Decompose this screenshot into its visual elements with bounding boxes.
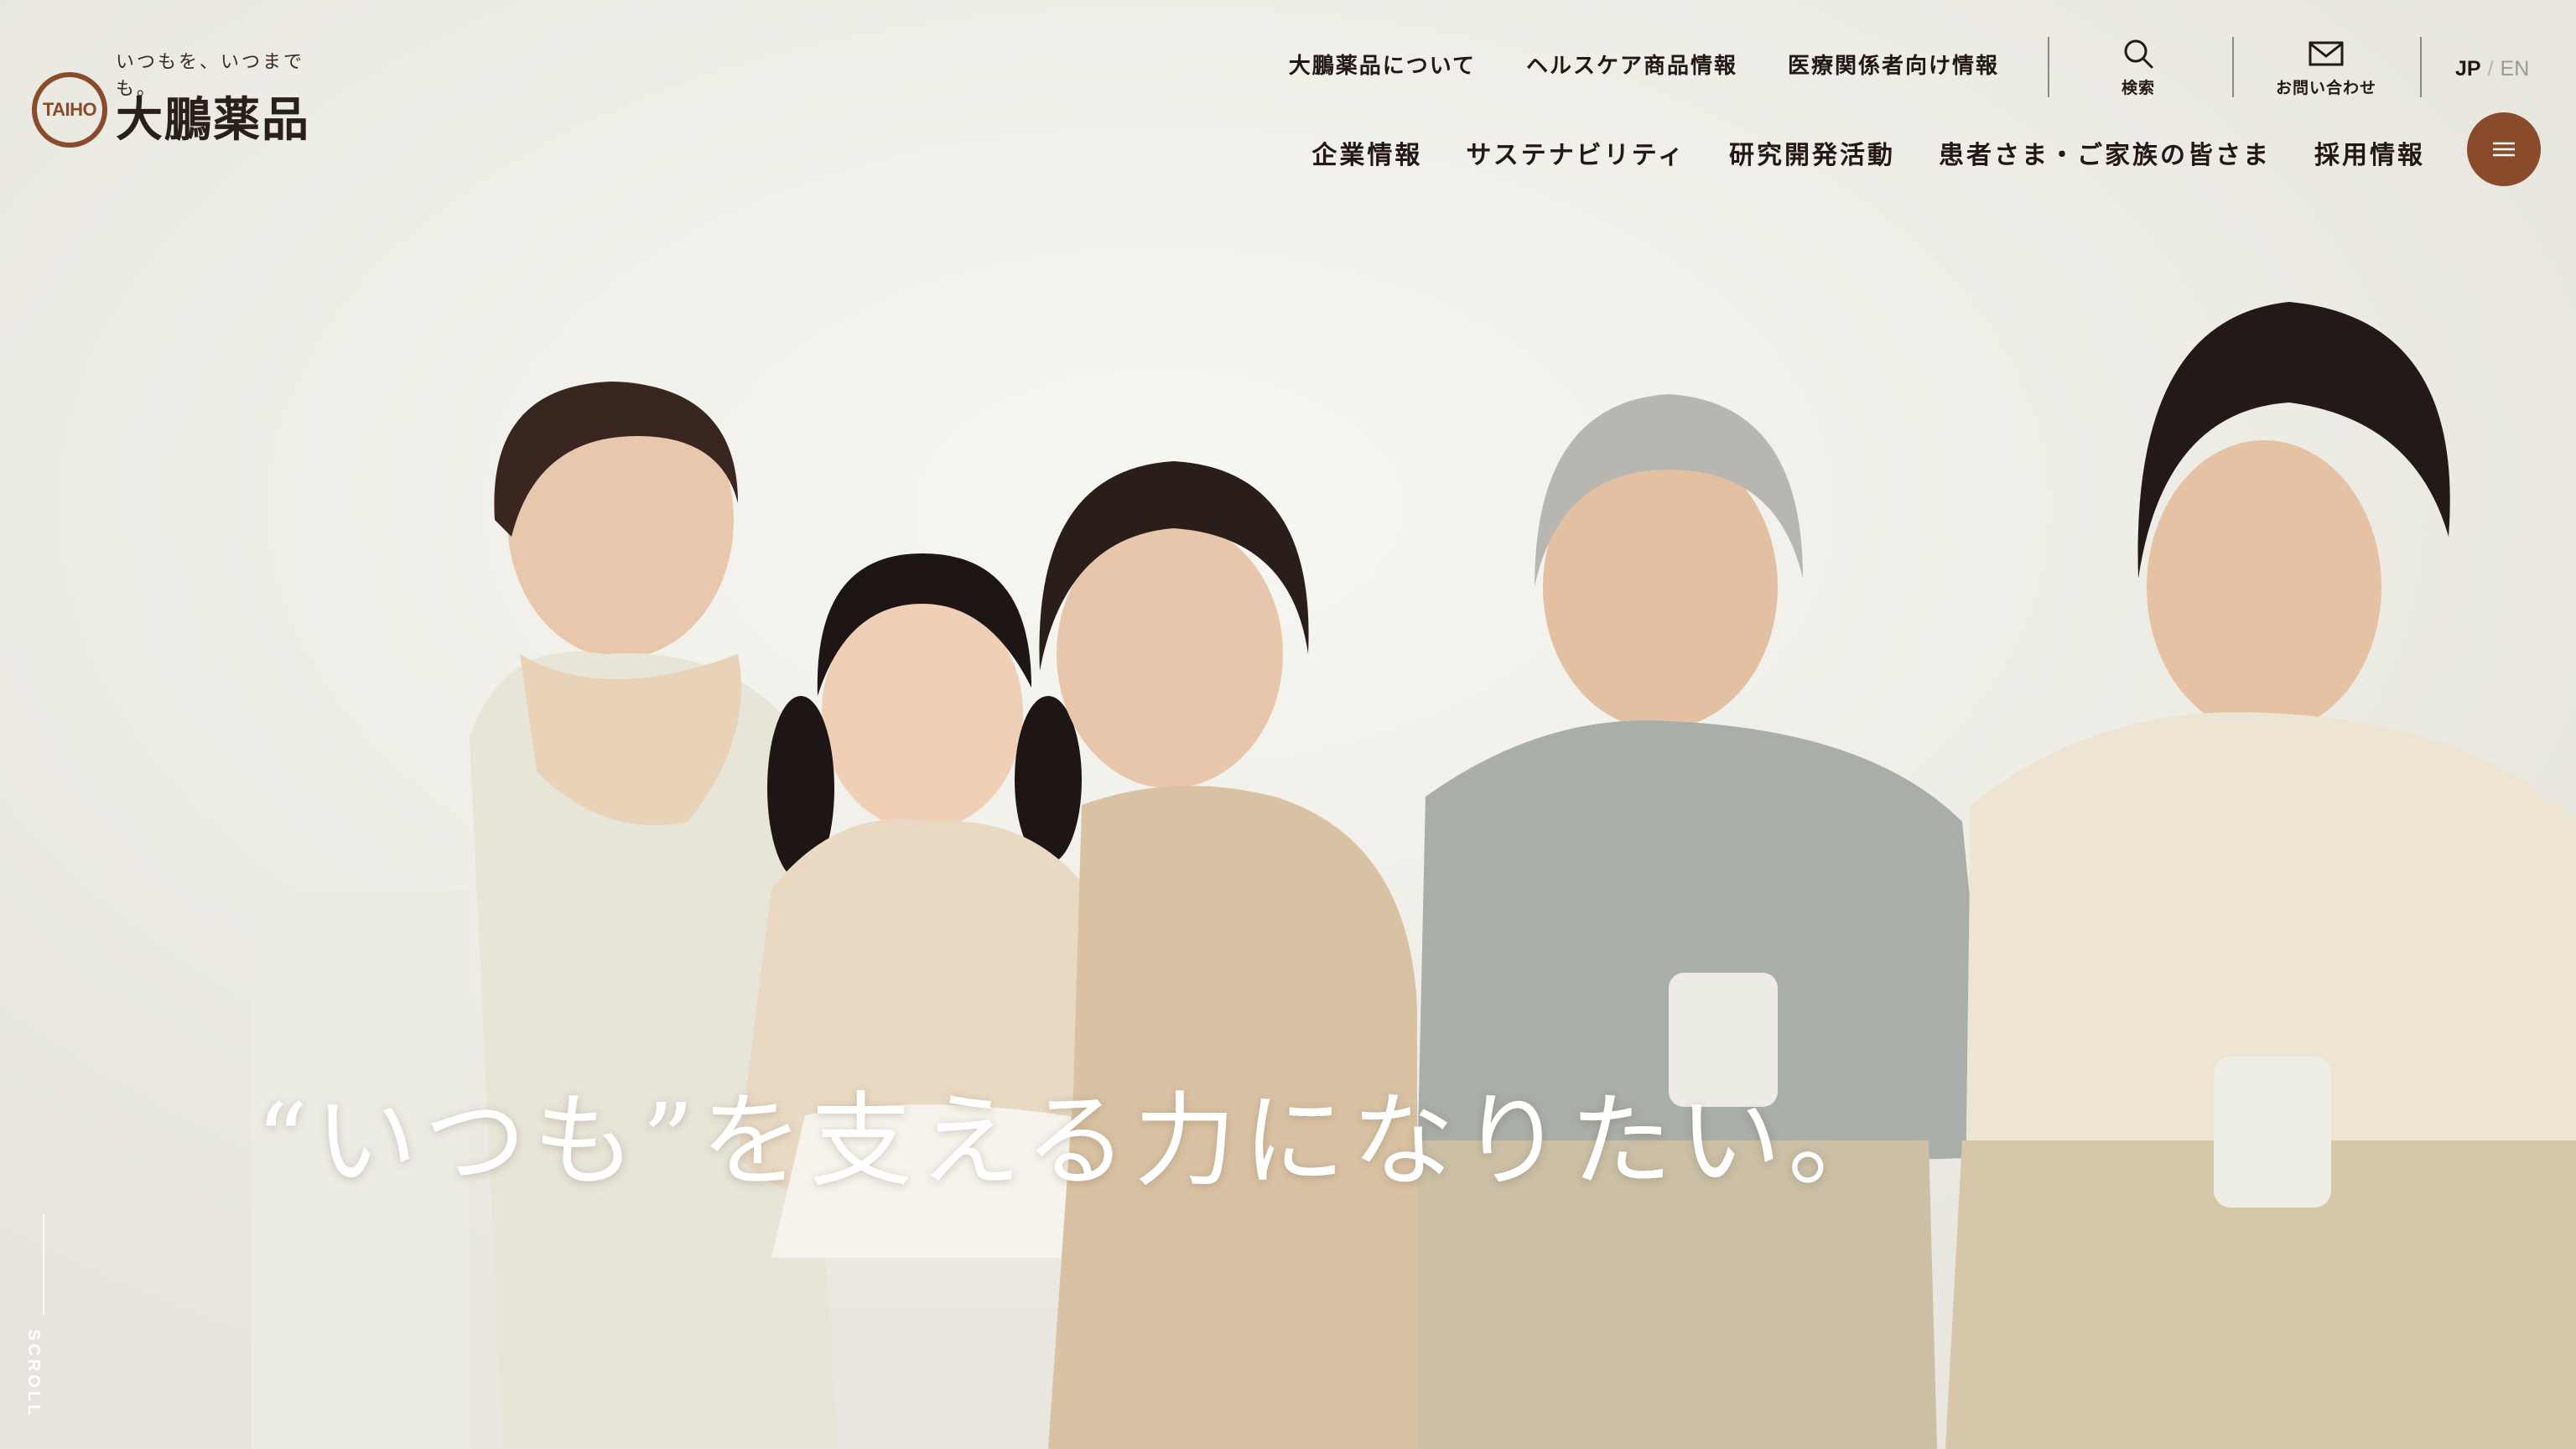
hero-catch-copy: “いつも”を支える力になりたい。 (256, 1082, 1898, 1201)
scroll-indicator-label[interactable]: SCROLL (23, 1329, 43, 1418)
logo-mark-text: TAIHO (42, 99, 97, 120)
main-nav-corporate-info[interactable]: 企業情報 (1311, 134, 1422, 171)
menu-button[interactable] (2467, 112, 2541, 186)
hamburger-menu-icon (2493, 142, 2515, 157)
company-name: 大鵬薬品 (116, 93, 310, 148)
main-nav-patients-families[interactable]: 患者さま・ご家族の皆さま (1939, 134, 2271, 171)
util-nav-healthcare-products[interactable]: ヘルスケア商品情報 (1526, 49, 1737, 80)
main-nav-sustainability[interactable]: サステナビリティ (1466, 134, 1685, 171)
util-nav-about[interactable]: 大鵬薬品について (1289, 49, 1476, 80)
scroll-indicator-line (43, 1214, 44, 1315)
language-switcher: JP / EN (2455, 57, 2529, 81)
hero-family-photo (0, 0, 2576, 1449)
lang-jp[interactable]: JP (2455, 57, 2481, 80)
search-icon (2124, 39, 2153, 69)
main-nav: 企業情報 サステナビリティ 研究開発活動 患者さま・ご家族の皆さま 採用情報 (1311, 134, 2425, 171)
util-nav-medical-professionals[interactable]: 医療関係者向け情報 (1788, 49, 1999, 80)
contact-button[interactable]: お問い合わせ (2251, 37, 2402, 104)
contact-label: お問い合わせ (2275, 79, 2376, 97)
search-button[interactable]: 検索 (2063, 37, 2214, 104)
main-nav-recruitment[interactable]: 採用情報 (2314, 134, 2425, 171)
lang-en[interactable]: EN (2501, 57, 2530, 80)
taiho-logo-mark: TAIHO (32, 72, 107, 148)
main-nav-research-development[interactable]: 研究開発活動 (1729, 134, 1895, 171)
mail-icon (2309, 41, 2344, 66)
hero-section (0, 0, 2576, 1449)
lang-separator: / (2487, 57, 2494, 80)
nav-divider (2232, 37, 2234, 97)
search-label: 検索 (2121, 79, 2155, 97)
utility-nav: 大鵬薬品について ヘルスケア商品情報 医療関係者向け情報 (1289, 49, 1999, 80)
nav-divider (2420, 37, 2422, 97)
site-logo[interactable]: いつもを、いつまでも。 TAIHO 大鵬薬品 (32, 44, 334, 153)
nav-divider (2048, 37, 2049, 97)
